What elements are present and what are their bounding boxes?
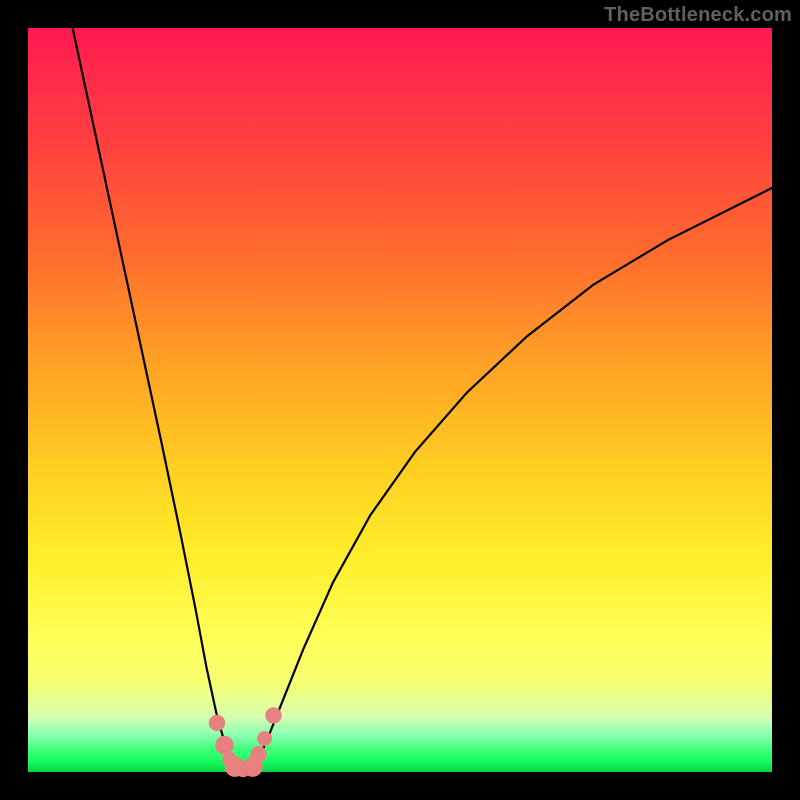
- watermark-text: TheBottleneck.com: [604, 4, 792, 27]
- valley-marker: [265, 707, 281, 723]
- valley-marker: [209, 715, 225, 731]
- valley-marker: [250, 746, 266, 762]
- valley-markers: [209, 707, 282, 777]
- curve-left-branch: [73, 28, 235, 769]
- chart-stage: TheBottleneck.com: [0, 0, 800, 800]
- curve-right-branch: [253, 188, 772, 769]
- curve-layer: [28, 28, 772, 772]
- plot-area: [28, 28, 772, 772]
- valley-marker: [215, 736, 234, 755]
- valley-marker: [257, 731, 272, 746]
